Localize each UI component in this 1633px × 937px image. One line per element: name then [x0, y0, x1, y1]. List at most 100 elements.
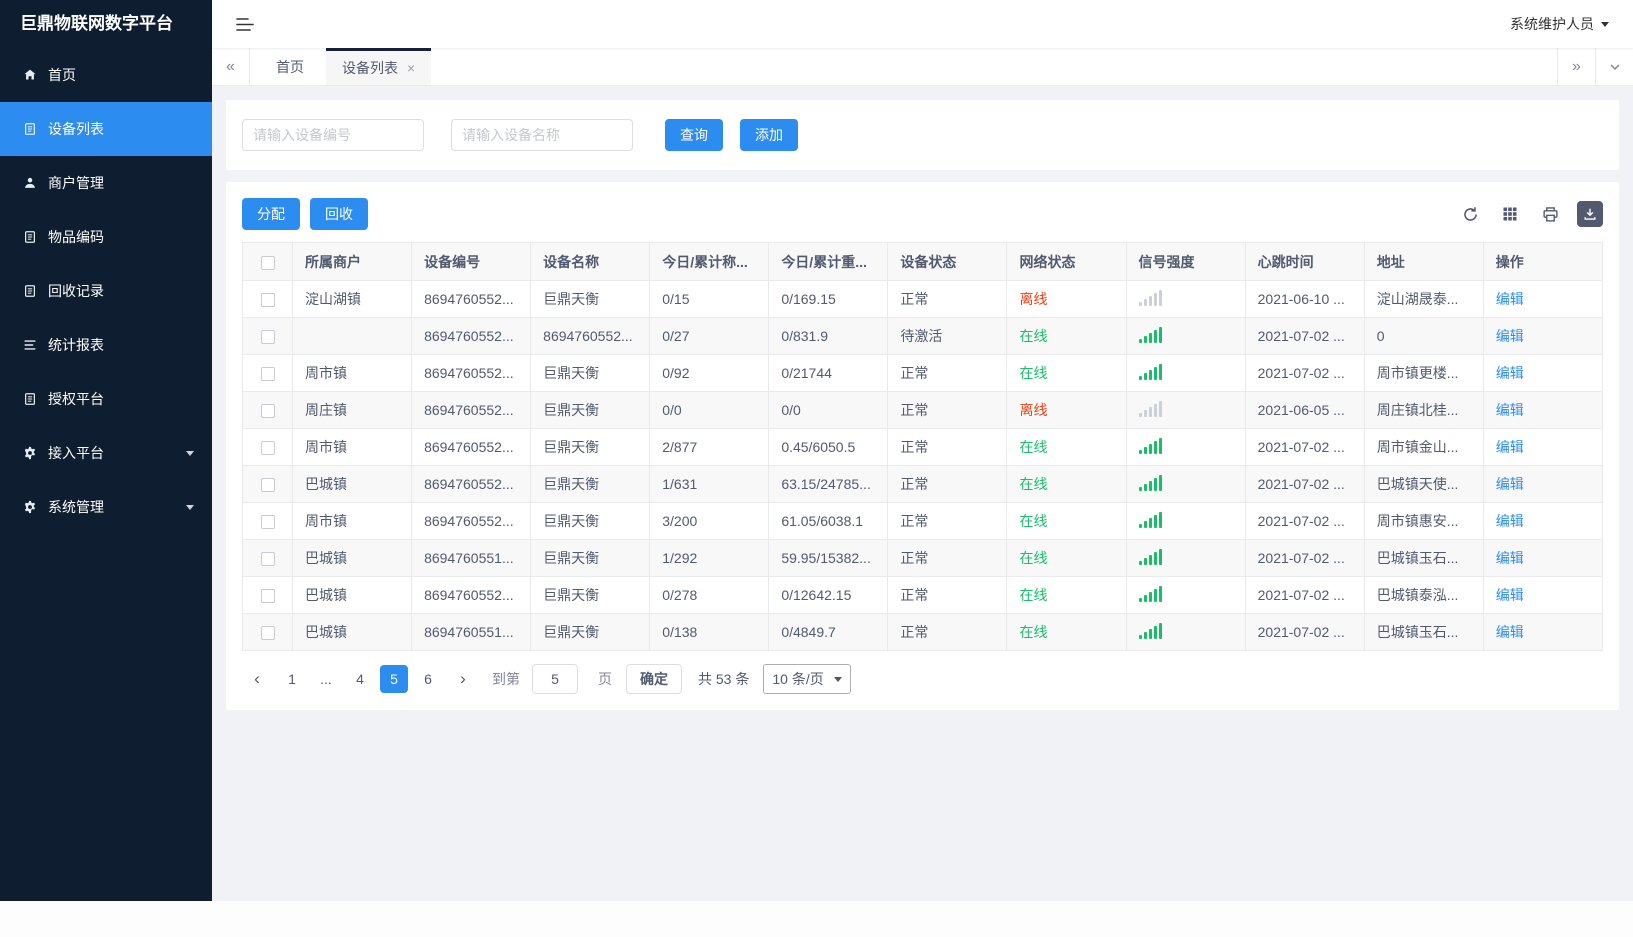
assign-button[interactable]: 分配 [242, 198, 300, 230]
device-name-cell: 巨鼎天衡 [530, 576, 651, 614]
merchant-cell: 巴城镇 [291, 539, 413, 577]
address-cell: 周市镇金山... [1363, 428, 1484, 466]
row-checkbox[interactable] [260, 626, 275, 641]
access-platform-icon [22, 445, 38, 461]
edit-link[interactable]: 编辑 [1496, 291, 1524, 307]
row-checkbox[interactable] [260, 441, 275, 456]
edit-link[interactable]: 编辑 [1496, 439, 1524, 455]
sidebar-item-home[interactable]: 首页 [0, 48, 212, 102]
edit-link[interactable]: 编辑 [1496, 587, 1524, 603]
page-size-select[interactable]: 10 条/页 [763, 664, 851, 694]
sidebar-item-device-list[interactable]: 设备列表 [0, 102, 212, 156]
sidebar-item-recycle-records[interactable]: 回收记录 [0, 264, 212, 318]
tab-list: 首页 设备列表 × [250, 48, 1557, 85]
network-status-cell: 在线 [1006, 613, 1127, 651]
refresh-icon[interactable] [1457, 201, 1483, 227]
sidebar-item-authorization-platform[interactable]: 授权平台 [0, 372, 212, 426]
confirm-goto-button[interactable]: 确定 [626, 664, 682, 694]
print-icon[interactable] [1537, 201, 1563, 227]
edit-link[interactable]: 编辑 [1496, 513, 1524, 529]
page-button-4[interactable]: 4 [346, 665, 374, 693]
sidebar-collapse-icon[interactable] [236, 17, 254, 32]
column-header: 设备编号 [411, 242, 532, 281]
device-table: 所属商户 设备编号 设备名称 今日/累计称... 今日/累计重... 设备状态 网络状态 信号… [242, 242, 1604, 651]
tabs-scroll-left-button[interactable]: « [212, 48, 250, 85]
columns-grid-icon[interactable] [1497, 201, 1523, 227]
edit-link[interactable]: 编辑 [1496, 550, 1524, 566]
auth-platform-icon [22, 391, 38, 407]
user-menu[interactable]: 系统维护人员 [1510, 14, 1609, 34]
page-button-6[interactable]: 6 [414, 665, 442, 693]
heartbeat-cell: 2021-07-02 ... [1244, 354, 1365, 392]
checkbox-cell [242, 428, 293, 466]
signal-strength-icon [1138, 585, 1162, 602]
column-header: 设备状态 [887, 242, 1008, 281]
sidebar-item-item-coding[interactable]: 物品编码 [0, 210, 212, 264]
device-status-cell: 正常 [887, 465, 1008, 503]
edit-link[interactable]: 编辑 [1496, 624, 1524, 640]
signal-strength-cell [1125, 354, 1246, 392]
row-checkbox[interactable] [260, 404, 275, 419]
address-cell: 巴城镇天使... [1363, 465, 1484, 503]
tabs-scroll-right-button[interactable]: » [1557, 48, 1595, 85]
merchant-cell: 淀山湖镇 [291, 280, 413, 318]
today-count-cell: 2/877 [649, 428, 770, 466]
row-checkbox[interactable] [260, 293, 275, 308]
recycle-button[interactable]: 回收 [310, 198, 368, 230]
add-button[interactable]: 添加 [740, 119, 798, 151]
row-checkbox[interactable] [260, 330, 275, 345]
page-ellipsis[interactable]: ... [312, 665, 340, 693]
edit-link[interactable]: 编辑 [1496, 328, 1524, 344]
app-logo: 巨鼎物联网数字平台 [20, 14, 173, 33]
export-download-icon[interactable] [1577, 201, 1603, 227]
row-checkbox[interactable] [260, 552, 275, 567]
today-count-cell: 3/200 [649, 502, 770, 540]
edit-link[interactable]: 编辑 [1496, 476, 1524, 492]
item-code-icon [22, 229, 38, 245]
row-checkbox[interactable] [260, 515, 275, 530]
table-row: 周市镇 8694760552... 巨鼎天衡 0/92 0/21744 正常 在线 2021-… [242, 354, 1604, 392]
table-row: 淀山湖镇 8694760552... 巨鼎天衡 0/15 0/169.15 正常 离线 202… [242, 280, 1604, 318]
device-name-input[interactable] [451, 119, 633, 151]
network-status-cell: 在线 [1006, 502, 1127, 540]
today-count-cell: 1/631 [649, 465, 770, 503]
sidebar-item-statistics-report[interactable]: 统计报表 [0, 318, 212, 372]
select-all-header-cell [242, 242, 293, 281]
tabs-menu-button[interactable] [1595, 48, 1633, 85]
checkbox-cell [242, 576, 293, 614]
device-no-input[interactable] [242, 119, 424, 151]
today-weight-cell: 0/0 [768, 391, 889, 429]
checkbox-cell [242, 613, 293, 651]
goto-page-input[interactable] [532, 664, 578, 694]
network-status-badge: 在线 [1019, 624, 1048, 640]
network-status-badge: 在线 [1019, 550, 1048, 566]
column-header: 地址 [1363, 242, 1484, 281]
edit-link[interactable]: 编辑 [1496, 365, 1524, 381]
sidebar-item-merchant-management[interactable]: 商户管理 [0, 156, 212, 210]
tab-home[interactable]: 首页 [260, 48, 320, 85]
close-icon[interactable]: × [407, 60, 415, 76]
edit-link[interactable]: 编辑 [1496, 402, 1524, 418]
page-button-5[interactable]: 5 [380, 665, 408, 693]
query-button[interactable]: 查询 [665, 119, 723, 151]
device-name-cell: 巨鼎天衡 [530, 280, 651, 318]
chevron-down-icon [833, 676, 842, 682]
tab-device-list[interactable]: 设备列表 × [326, 48, 432, 85]
sidebar-item-access-platform[interactable]: 接入平台 [0, 426, 212, 480]
device-status-cell: 正常 [887, 613, 1008, 651]
device-no-cell: 8694760552... [411, 280, 532, 318]
sidebar-item-system-management[interactable]: 系统管理 [0, 480, 212, 534]
row-checkbox[interactable] [260, 367, 275, 382]
checkbox-cell [242, 539, 293, 577]
today-count-cell: 0/27 [649, 317, 770, 355]
row-checkbox[interactable] [260, 589, 275, 604]
prev-page-button[interactable]: ‹ [244, 665, 270, 693]
select-all-checkbox[interactable] [260, 255, 275, 270]
merchant-cell: 巴城镇 [291, 465, 413, 503]
row-checkbox[interactable] [260, 478, 275, 493]
page-button-1[interactable]: 1 [278, 665, 306, 693]
today-weight-cell: 0/12642.15 [768, 576, 889, 614]
checkbox-cell [242, 280, 293, 318]
device-name-cell: 8694760552... [530, 317, 651, 355]
next-page-button[interactable]: › [450, 665, 476, 693]
